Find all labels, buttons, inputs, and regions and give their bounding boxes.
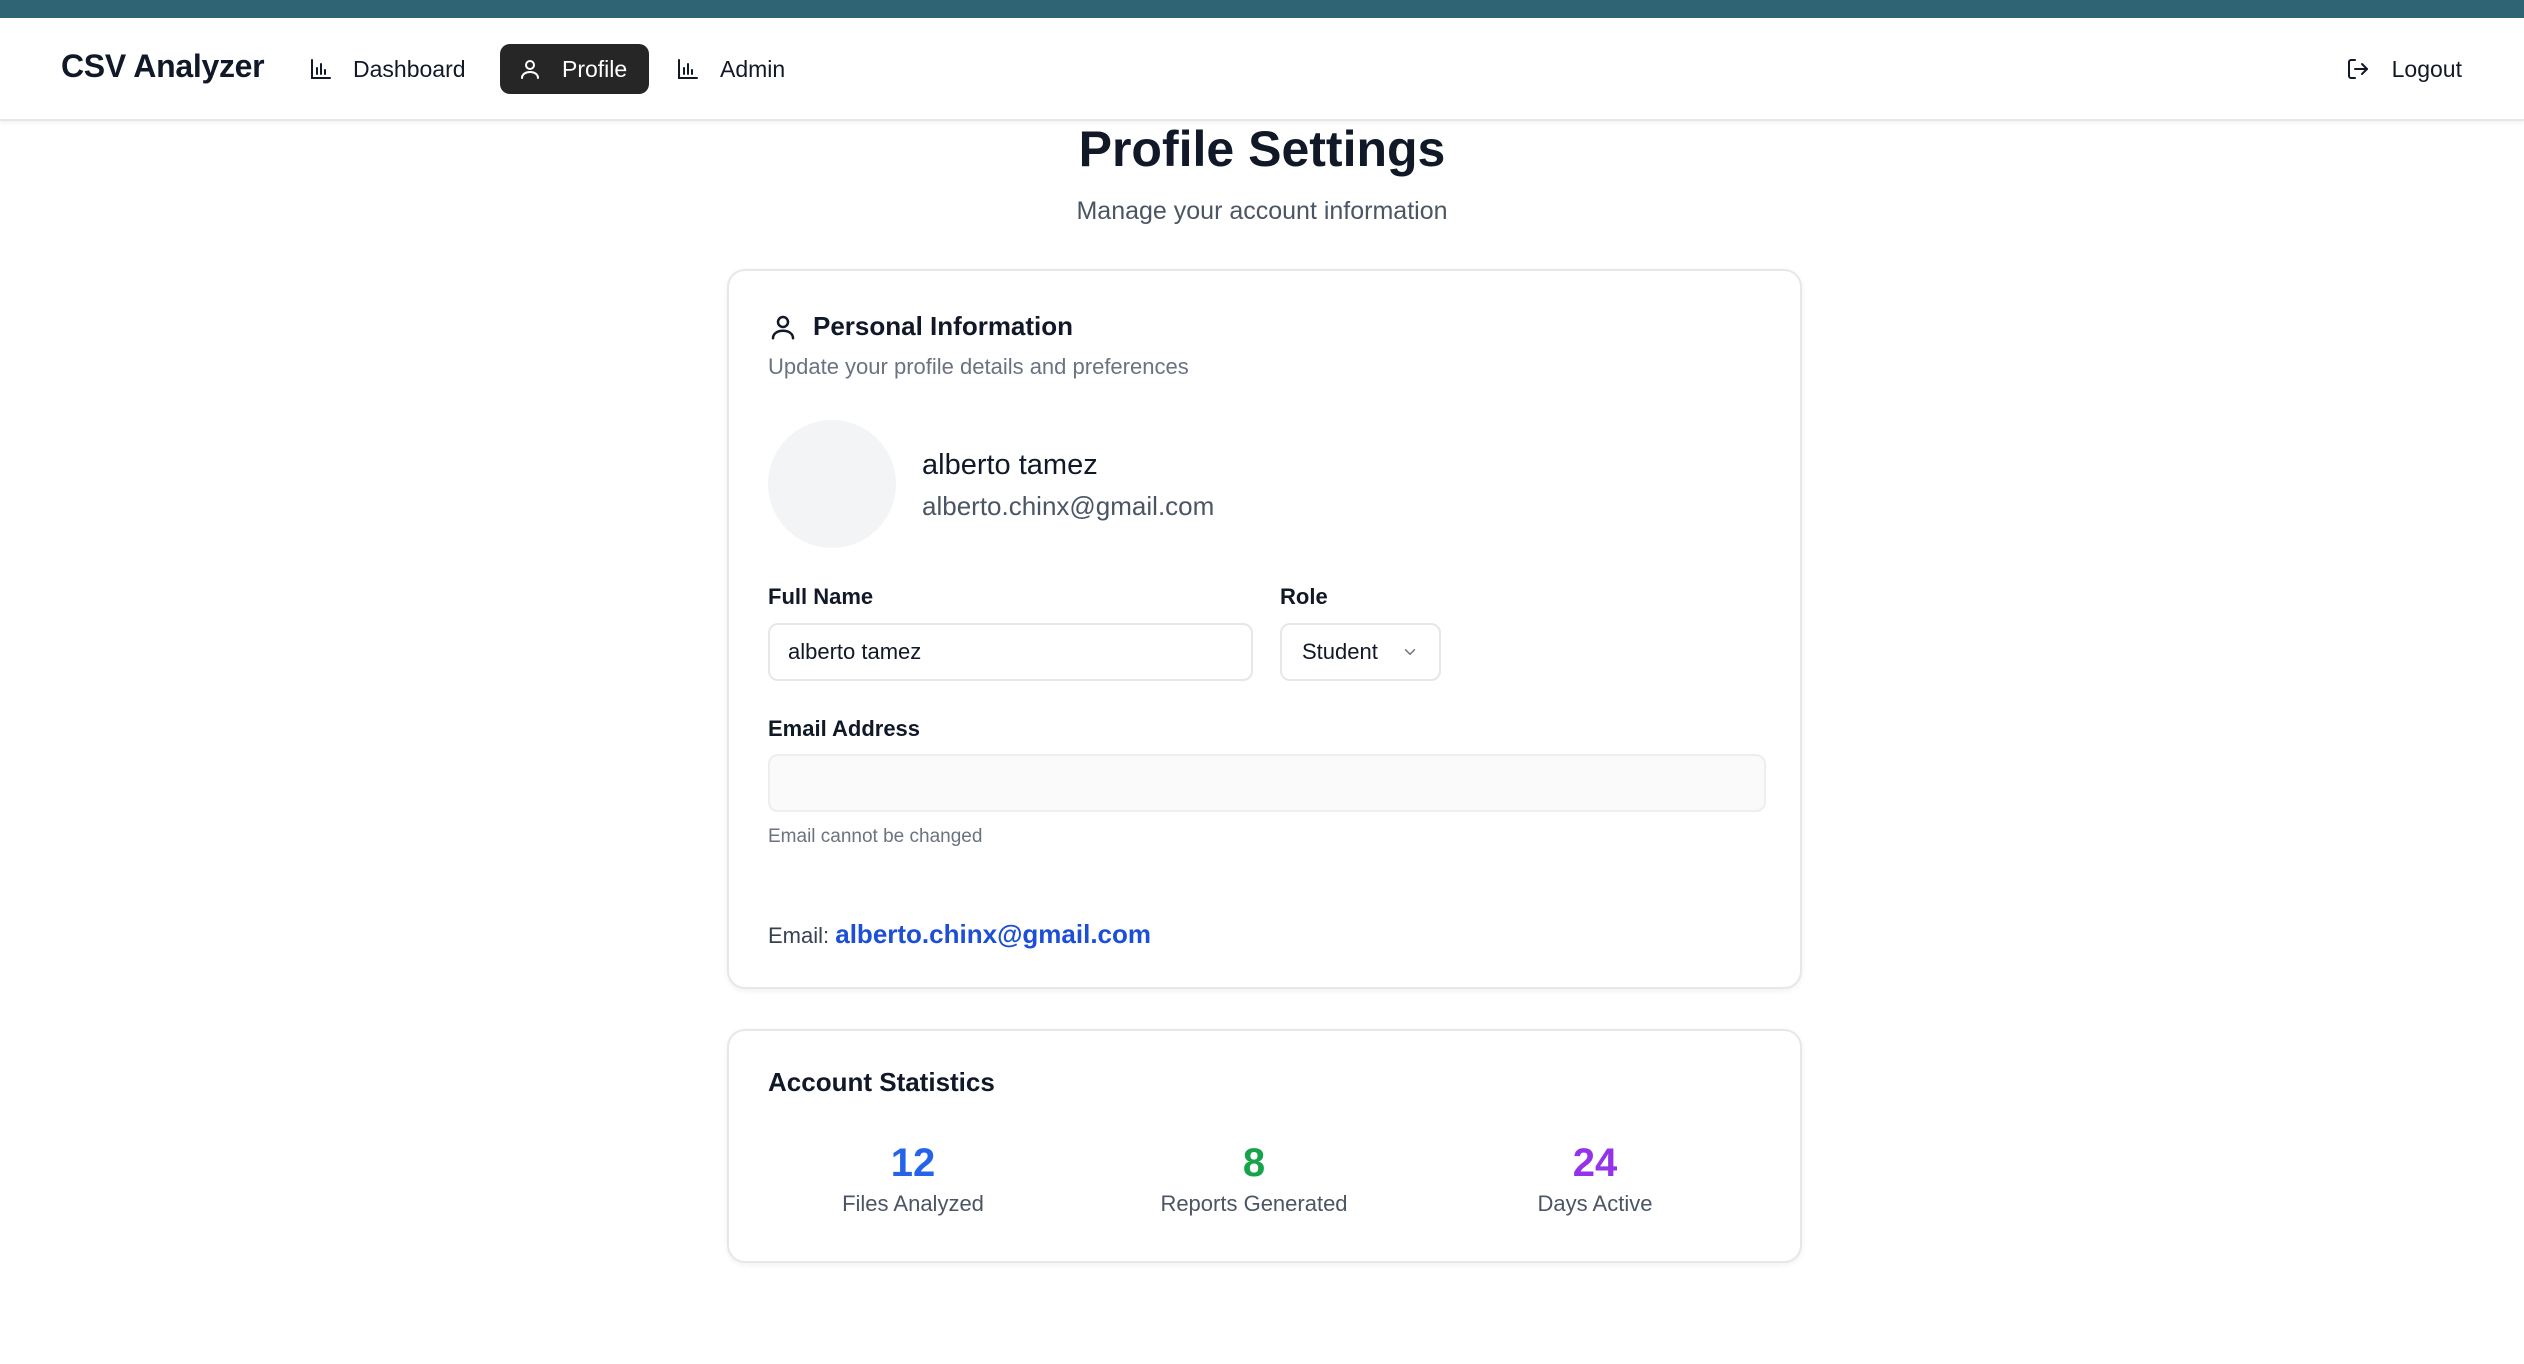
top-accent-strip — [0, 0, 2524, 18]
role-label: Role — [1280, 584, 1328, 609]
card-title-text: Personal Information — [813, 311, 1074, 341]
stat-label: Days Active — [1537, 1191, 1653, 1216]
user-icon — [771, 315, 795, 339]
profile-user-email: alberto.chinx@gmail.com — [922, 491, 1215, 521]
nav-item-label: Profile — [562, 55, 628, 82]
stat-value: 24 — [1572, 1141, 1618, 1185]
email-address-label: Email Address — [768, 716, 921, 741]
account-statistics-card: Account Statistics 12 Files Analyzed 8 R… — [727, 1029, 1802, 1263]
email-display: Email: alberto.chinx@gmail.com — [768, 919, 1151, 950]
email-helper-text: Email cannot be changed — [768, 826, 983, 847]
bar-chart-icon — [311, 59, 331, 79]
stat-label: Files Analyzed — [842, 1191, 984, 1216]
full-name-input[interactable] — [768, 623, 1253, 681]
full-name-label: Full Name — [768, 584, 874, 609]
personal-information-card: Personal Information Update your profile… — [727, 269, 1802, 989]
navbar: CSV Analyzer Dashboard Profile Admin Log… — [0, 18, 2524, 121]
page-subtitle: Manage your account information — [1076, 197, 1448, 225]
stat-files-analyzed: 12 Files Analyzed — [763, 1141, 1063, 1217]
stat-days-active: 24 Days Active — [1445, 1141, 1745, 1217]
bar-chart-icon — [678, 59, 698, 79]
role-select[interactable]: Student — [1280, 623, 1441, 681]
stats-title: Account Statistics — [768, 1067, 995, 1097]
user-icon — [521, 60, 539, 79]
email-display-value[interactable]: alberto.chinx@gmail.com — [835, 919, 1151, 949]
logout-button[interactable]: Logout — [2328, 44, 2480, 94]
role-selected-value: Student — [1302, 639, 1378, 664]
card-description: Update your profile details and preferen… — [768, 354, 1189, 379]
card-title: Personal Information — [768, 311, 1073, 342]
chevron-down-icon — [1404, 649, 1416, 655]
nav-item-label: Admin — [720, 55, 786, 82]
avatar[interactable] — [768, 420, 896, 548]
nav-item-dashboard[interactable]: Dashboard — [291, 44, 484, 94]
logout-icon — [2347, 59, 2368, 79]
profile-user-name: alberto tamez — [922, 449, 1098, 481]
nav-item-profile[interactable]: Profile — [500, 44, 649, 94]
stat-value: 8 — [1242, 1141, 1266, 1185]
stat-value: 12 — [890, 1141, 936, 1185]
brand-logo[interactable]: CSV Analyzer — [61, 48, 265, 85]
email-address-input[interactable] — [768, 754, 1766, 812]
stat-reports-generated: 8 Reports Generated — [1104, 1141, 1404, 1217]
stat-label: Reports Generated — [1160, 1191, 1348, 1216]
page-title: Profile Settings — [1078, 121, 1446, 177]
email-display-prefix: Email: — [768, 923, 830, 948]
logout-label: Logout — [2391, 55, 2462, 82]
nav-item-label: Dashboard — [353, 55, 466, 82]
nav-item-admin[interactable]: Admin — [658, 44, 803, 94]
